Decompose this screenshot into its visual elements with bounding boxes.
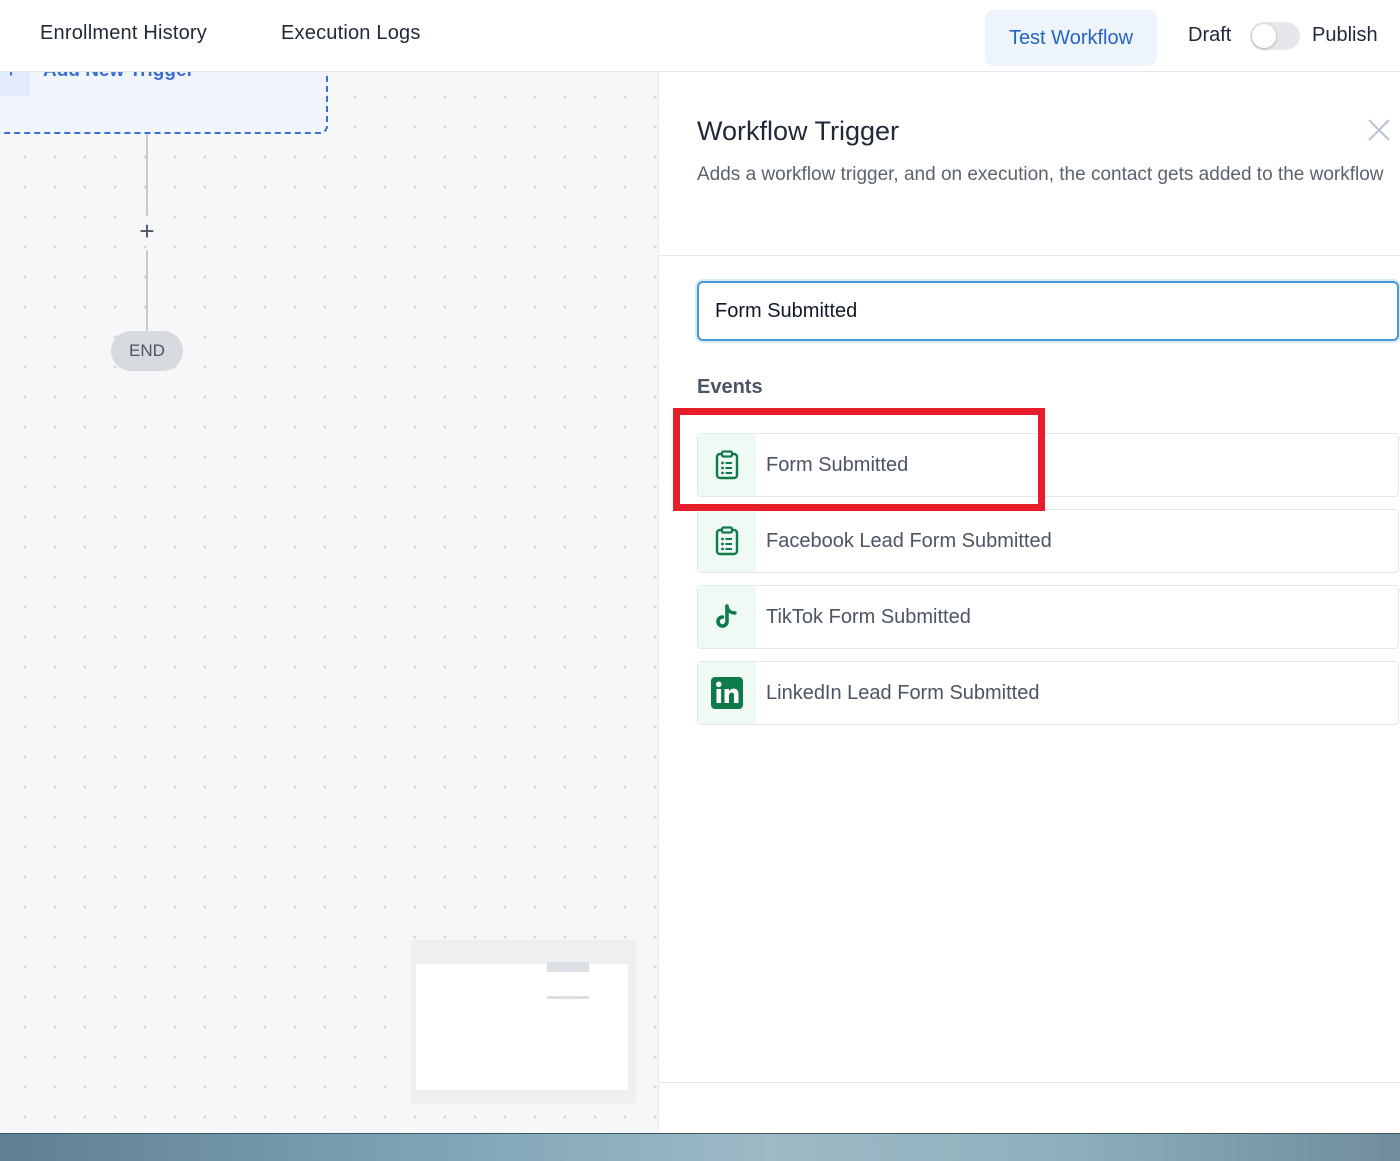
events-heading: Events <box>697 376 763 398</box>
clipboard-icon <box>698 510 756 572</box>
publish-toggle[interactable] <box>1250 22 1300 50</box>
end-node: END <box>111 331 183 371</box>
panel-title: Workflow Trigger <box>697 116 900 146</box>
event-label: Facebook Lead Form Submitted <box>766 530 1052 552</box>
connector-line <box>146 250 148 332</box>
tiktok-icon <box>698 586 756 648</box>
event-label: LinkedIn Lead Form Submitted <box>766 682 1040 704</box>
minimap-viewport[interactable] <box>416 964 628 1090</box>
tab-execution-logs[interactable]: Execution Logs <box>281 22 421 45</box>
add-new-trigger-card[interactable]: + Add New Trigger <box>0 72 328 134</box>
panel-description: Adds a workflow trigger, and on executio… <box>697 164 1384 185</box>
event-item-form-submitted[interactable]: Form Submitted <box>697 433 1399 497</box>
tab-enrollment-history[interactable]: Enrollment History <box>40 22 207 45</box>
event-label: TikTok Form Submitted <box>766 606 971 628</box>
workflow-canvas[interactable]: + Add New Trigger + END <box>0 72 658 1133</box>
minimap[interactable] <box>410 940 636 1104</box>
publish-label[interactable]: Publish <box>1312 24 1378 47</box>
test-workflow-button[interactable]: Test Workflow <box>985 10 1157 66</box>
panel-divider <box>659 255 1400 256</box>
add-new-trigger-label: Add New Trigger <box>43 72 194 82</box>
event-item-linkedin-lead-form-submitted[interactable]: LinkedIn Lead Form Submitted <box>697 661 1399 725</box>
minimap-node <box>547 962 589 972</box>
draft-label: Draft <box>1188 24 1232 46</box>
add-step-button[interactable]: + <box>136 216 158 246</box>
top-bar: Enrollment History Execution Logs Test W… <box>0 0 1400 72</box>
os-taskbar <box>0 1133 1400 1161</box>
trigger-search-input[interactable] <box>697 281 1399 341</box>
event-item-tiktok-form-submitted[interactable]: TikTok Form Submitted <box>697 585 1399 649</box>
clipboard-icon <box>698 434 756 496</box>
toggle-knob <box>1252 24 1276 48</box>
workflow-trigger-panel: Workflow Trigger Adds a workflow trigger… <box>658 72 1400 1133</box>
panel-footer-divider <box>659 1082 1400 1083</box>
minimap-node <box>547 996 589 999</box>
linkedin-icon <box>698 662 756 724</box>
plus-icon: + <box>0 72 30 96</box>
event-item-facebook-lead-form-submitted[interactable]: Facebook Lead Form Submitted <box>697 509 1399 573</box>
event-list: Form Submitted Facebook Lead Form Submit… <box>697 433 1399 737</box>
close-icon[interactable] <box>1365 116 1393 144</box>
event-label: Form Submitted <box>766 454 909 476</box>
